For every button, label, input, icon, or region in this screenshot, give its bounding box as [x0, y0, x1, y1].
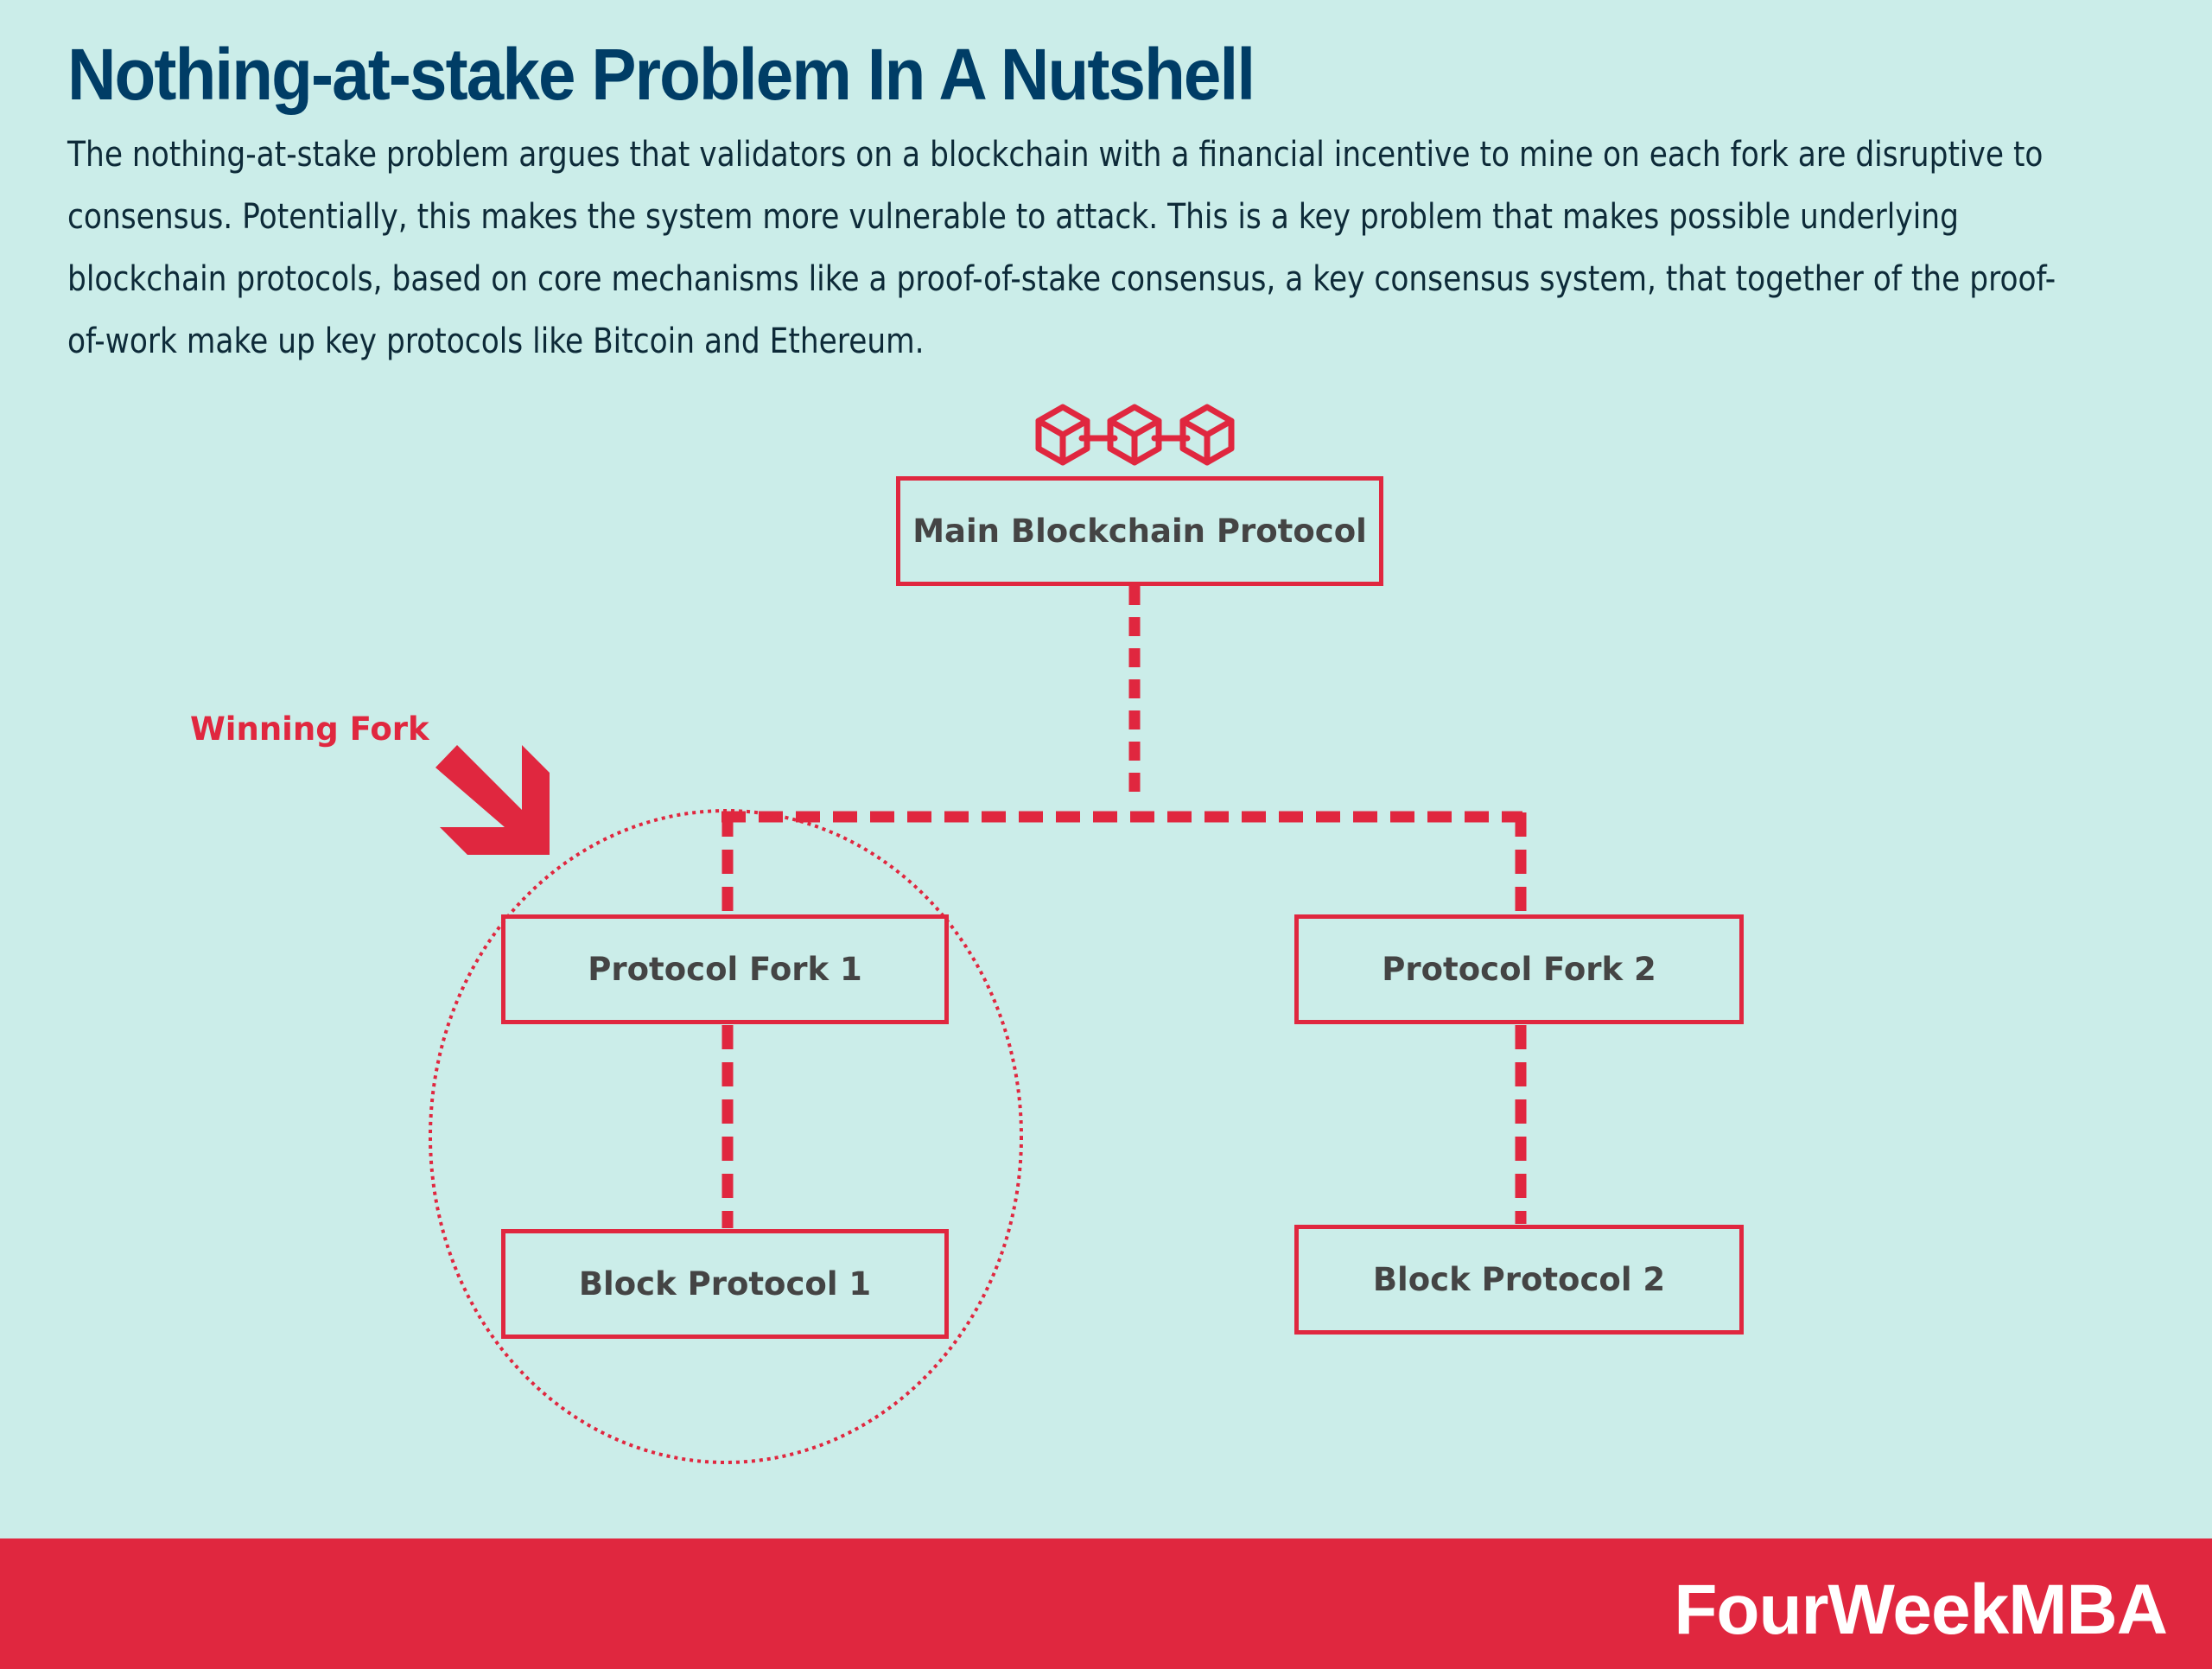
- cube-icon: [1179, 404, 1235, 466]
- connectors: [721, 586, 1527, 1228]
- blockchain-icon: [1035, 404, 1235, 466]
- node-protocol-fork-2: Protocol Fork 2: [1294, 914, 1744, 1024]
- cube-icon: [1107, 404, 1162, 466]
- diagram-canvas: [429, 404, 1527, 1464]
- arrow-down-right-icon: [435, 745, 550, 855]
- node-label: Protocol Fork 1: [588, 951, 862, 988]
- node-block-protocol-2: Block Protocol 2: [1294, 1225, 1744, 1335]
- brand-logo: FourWeekMBA: [1674, 1570, 2168, 1649]
- cube-icon: [1035, 404, 1090, 466]
- node-label: Main Blockchain Protocol: [912, 513, 1367, 550]
- node-label: Block Protocol 1: [578, 1265, 872, 1303]
- winning-fork-label: Winning Fork: [190, 710, 429, 748]
- node-block-protocol-1: Block Protocol 1: [501, 1229, 949, 1339]
- node-protocol-fork-1: Protocol Fork 1: [501, 914, 949, 1024]
- node-label: Block Protocol 2: [1372, 1261, 1666, 1298]
- node-label: Protocol Fork 2: [1382, 951, 1656, 988]
- footer-bar: FourWeekMBA: [0, 1538, 2212, 1669]
- node-main-blockchain-protocol: Main Blockchain Protocol: [896, 476, 1383, 586]
